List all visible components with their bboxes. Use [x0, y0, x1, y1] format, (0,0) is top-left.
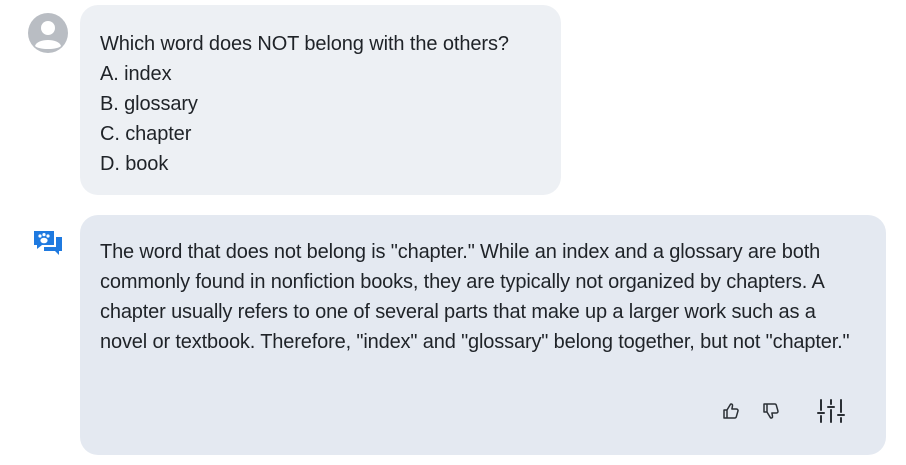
- answer-text: The word that does not belong is "chapte…: [100, 241, 850, 353]
- option-a: A. index: [100, 63, 172, 85]
- sliders-icon: [817, 399, 845, 423]
- thumbs-up-button[interactable]: [720, 400, 742, 422]
- thumbs-down-icon: [763, 403, 779, 419]
- user-avatar-icon: [28, 13, 68, 53]
- bot-chat-paw-icon: [32, 229, 64, 257]
- message-actions: [720, 397, 846, 425]
- settings-sliders-button[interactable]: [816, 397, 846, 425]
- thumbs-up-icon: [723, 403, 739, 419]
- thumbs-down-button[interactable]: [760, 400, 782, 422]
- option-b: B. glossary: [100, 93, 198, 115]
- bot-message-bubble: The word that does not belong is "chapte…: [80, 215, 886, 455]
- user-message-bubble: Which word does NOT belong with the othe…: [80, 5, 561, 195]
- option-d: D. book: [100, 153, 169, 175]
- question-text: Which word does NOT belong with the othe…: [100, 33, 509, 55]
- option-c: C. chapter: [100, 123, 192, 145]
